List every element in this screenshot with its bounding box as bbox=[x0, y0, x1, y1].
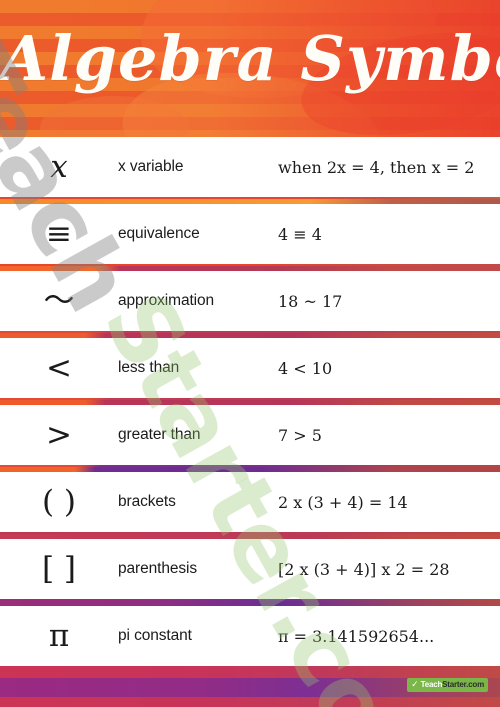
table-row: ( ) brackets 2 x (3 + 4) = 14 bbox=[0, 472, 500, 532]
symbol-label: parenthesis bbox=[118, 560, 198, 577]
row-divider bbox=[0, 398, 500, 405]
symbol-example: 18 ~ 17 bbox=[278, 291, 343, 311]
poster-root: Algebra Symbols x x variable when 2x = 4… bbox=[0, 0, 500, 707]
footer-band-bottom bbox=[0, 697, 500, 707]
table-row: π pi constant π = 3.141592654... bbox=[0, 606, 500, 666]
teachstarter-logo-badge[interactable]: ✓ Teach Starter.com bbox=[407, 678, 488, 692]
symbol-glyph: ≡ bbox=[46, 215, 72, 252]
symbol-label: x variable bbox=[118, 158, 184, 175]
symbol-label: equivalence bbox=[118, 225, 200, 242]
symbol-example: 7 > 5 bbox=[278, 425, 322, 445]
symbol-example: 4 ≡ 4 bbox=[278, 224, 322, 244]
symbol-glyph: x bbox=[50, 148, 68, 185]
symbol-label: greater than bbox=[118, 426, 201, 443]
poster-footer: ✓ Teach Starter.com bbox=[0, 666, 500, 707]
symbol-glyph: ～ bbox=[43, 282, 75, 319]
symbol-glyph: π bbox=[48, 617, 70, 654]
footer-band-top bbox=[0, 666, 500, 678]
table-row: ～ approximation 18 ~ 17 bbox=[0, 271, 500, 331]
symbol-example: when 2x = 4, then x = 2 bbox=[278, 157, 475, 177]
brand-name-first: Teach bbox=[420, 680, 443, 689]
symbol-glyph: [ ] bbox=[41, 550, 77, 587]
symbol-label: pi constant bbox=[118, 627, 192, 644]
symbol-label: approximation bbox=[118, 292, 215, 309]
symbol-example: 4 < 10 bbox=[278, 358, 333, 378]
symbols-table: x x variable when 2x = 4, then x = 2 ≡ e… bbox=[0, 137, 500, 666]
symbol-glyph: < bbox=[46, 349, 72, 386]
symbol-example: [2 x (3 + 4)] x 2 = 28 bbox=[278, 559, 450, 579]
row-divider bbox=[0, 465, 500, 472]
row-divider bbox=[0, 197, 500, 204]
row-divider bbox=[0, 264, 500, 271]
symbol-example: 2 x (3 + 4) = 14 bbox=[278, 492, 408, 512]
symbol-label: less than bbox=[118, 359, 180, 376]
table-row: x x variable when 2x = 4, then x = 2 bbox=[0, 137, 500, 197]
brand-name-second: Starter.com bbox=[442, 680, 484, 689]
symbol-label: brackets bbox=[118, 493, 176, 510]
row-divider bbox=[0, 331, 500, 338]
row-divider bbox=[0, 599, 500, 606]
table-row: < less than 4 < 10 bbox=[0, 338, 500, 398]
table-row: ≡ equivalence 4 ≡ 4 bbox=[0, 204, 500, 264]
symbol-example: π = 3.141592654... bbox=[278, 626, 435, 646]
symbol-glyph: ( ) bbox=[41, 483, 77, 520]
table-row: [ ] parenthesis [2 x (3 + 4)] x 2 = 28 bbox=[0, 539, 500, 599]
row-divider bbox=[0, 532, 500, 539]
check-icon: ✓ bbox=[411, 679, 419, 690]
page-title: Algebra Symbols bbox=[0, 22, 500, 95]
poster-header: Algebra Symbols bbox=[0, 0, 500, 137]
table-row: > greater than 7 > 5 bbox=[0, 405, 500, 465]
symbol-glyph: > bbox=[46, 416, 72, 453]
